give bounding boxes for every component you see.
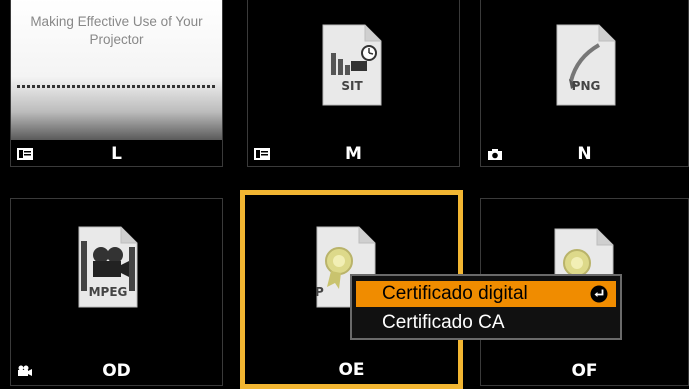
tile-label: M — [345, 144, 362, 164]
file-type-tag: P — [315, 285, 324, 299]
slide-preview-subtitle-text — [17, 85, 216, 88]
slide-preview: Making Effective Use of Your Projector — [11, 0, 222, 140]
thumbnail-tile-od[interactable]: MPEG OD — [10, 198, 223, 386]
thumbnail-tile-n[interactable]: PNG N — [480, 0, 689, 167]
menu-item-label: Certificado digital — [382, 283, 528, 304]
tile-label: OE — [338, 360, 365, 380]
png-file-icon — [556, 24, 616, 106]
tile-label: OF — [571, 361, 598, 381]
file-type-tag: MPEG — [88, 285, 128, 299]
file-type-tag: PNG — [571, 79, 601, 93]
slide-preview-title: Making Effective Use of Your Projector — [30, 14, 203, 47]
thumbnail-tile-l[interactable]: Making Effective Use of Your Projector L — [10, 0, 223, 167]
tile-label: N — [577, 144, 592, 164]
menu-item-label: Certificado CA — [382, 312, 505, 333]
tile-label: L — [111, 144, 122, 164]
context-menu: Certificado digital Certificado CA — [350, 274, 622, 340]
menu-item-certificado-ca[interactable]: Certificado CA — [356, 310, 616, 336]
file-browser: Making Effective Use of Your Projector L… — [0, 0, 689, 389]
enter-icon — [590, 285, 608, 303]
thumbnail-tile-m[interactable]: SIT M — [247, 0, 460, 167]
tile-label: OD — [102, 361, 131, 381]
menu-item-certificado-digital[interactable]: Certificado digital — [356, 281, 616, 307]
file-type-tag: SIT — [341, 79, 363, 93]
sit-file-icon — [322, 24, 382, 106]
